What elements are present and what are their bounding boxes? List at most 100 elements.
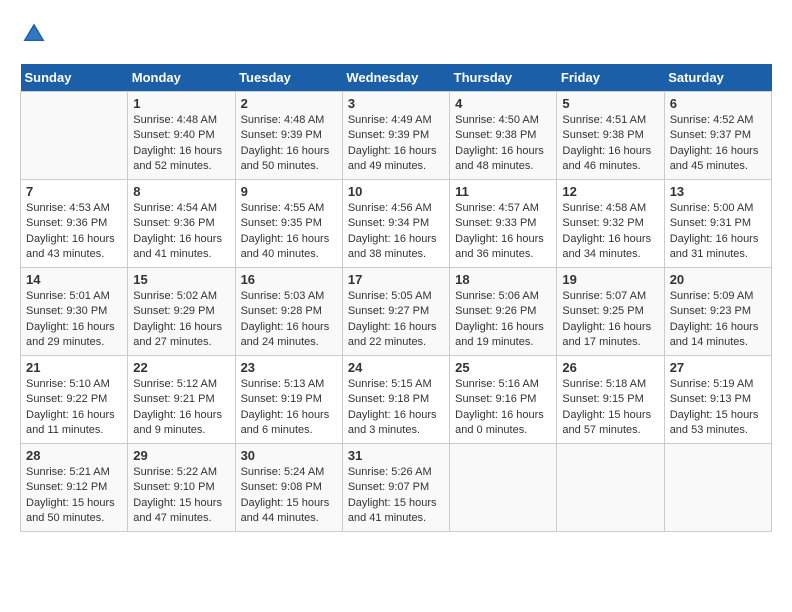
day-number: 1 bbox=[133, 96, 229, 111]
calendar-cell: 24Sunrise: 5:15 AMSunset: 9:18 PMDayligh… bbox=[342, 356, 449, 444]
calendar-cell: 18Sunrise: 5:06 AMSunset: 9:26 PMDayligh… bbox=[450, 268, 557, 356]
days-header-row: SundayMondayTuesdayWednesdayThursdayFrid… bbox=[21, 64, 772, 92]
day-number: 29 bbox=[133, 448, 229, 463]
day-info: Sunrise: 5:24 AMSunset: 9:08 PMDaylight:… bbox=[241, 465, 337, 527]
day-number: 12 bbox=[562, 184, 658, 199]
day-info: Sunrise: 4:48 AMSunset: 9:39 PMDaylight:… bbox=[241, 113, 337, 175]
day-info: Sunrise: 5:13 AMSunset: 9:19 PMDaylight:… bbox=[241, 377, 337, 439]
day-header-friday: Friday bbox=[557, 64, 664, 92]
day-number: 10 bbox=[348, 184, 444, 199]
calendar-cell: 8 Sunrise: 4:54 AMSunset: 9:36 PMDaylight… bbox=[128, 180, 235, 268]
day-number: 18 bbox=[455, 272, 551, 287]
day-info: Sunrise: 5:12 AMSunset: 9:21 PMDaylight:… bbox=[133, 377, 229, 439]
day-number: 6 bbox=[670, 96, 766, 111]
week-row-5: 28 Sunrise: 5:21 AMSunset: 9:12 PMDayligh… bbox=[21, 444, 772, 532]
day-info: Sunrise: 5:00 AMSunset: 9:31 PMDaylight:… bbox=[670, 201, 766, 263]
calendar-cell: 25Sunrise: 5:16 AMSunset: 9:16 PMDayligh… bbox=[450, 356, 557, 444]
day-info: Sunrise: 4:58 AMSunset: 9:32 PMDaylight:… bbox=[562, 201, 658, 263]
day-info: Sunrise: 4:54 AMSunset: 9:36 PMDaylight:… bbox=[133, 201, 229, 263]
calendar-cell: 26Sunrise: 5:18 AMSunset: 9:15 PMDayligh… bbox=[557, 356, 664, 444]
week-row-3: 14 Sunrise: 5:01 AMSunset: 9:30 PMDayligh… bbox=[21, 268, 772, 356]
calendar-table: SundayMondayTuesdayWednesdayThursdayFrid… bbox=[20, 64, 772, 532]
calendar-cell: 17Sunrise: 5:05 AMSunset: 9:27 PMDayligh… bbox=[342, 268, 449, 356]
day-number: 8 bbox=[133, 184, 229, 199]
calendar-cell: 15 Sunrise: 5:02 AMSunset: 9:29 PMDayligh… bbox=[128, 268, 235, 356]
day-number: 14 bbox=[26, 272, 122, 287]
day-number: 25 bbox=[455, 360, 551, 375]
calendar-cell: 20Sunrise: 5:09 AMSunset: 9:23 PMDayligh… bbox=[664, 268, 771, 356]
day-header-monday: Monday bbox=[128, 64, 235, 92]
calendar-cell: 29 Sunrise: 5:22 AMSunset: 9:10 PMDayligh… bbox=[128, 444, 235, 532]
calendar-cell: 2 Sunrise: 4:48 AMSunset: 9:39 PMDaylight… bbox=[235, 92, 342, 180]
day-info: Sunrise: 5:15 AMSunset: 9:18 PMDaylight:… bbox=[348, 377, 444, 439]
calendar-cell bbox=[21, 92, 128, 180]
day-info: Sunrise: 4:52 AMSunset: 9:37 PMDaylight:… bbox=[670, 113, 766, 175]
day-info: Sunrise: 4:51 AMSunset: 9:38 PMDaylight:… bbox=[562, 113, 658, 175]
calendar-cell bbox=[557, 444, 664, 532]
day-info: Sunrise: 4:50 AMSunset: 9:38 PMDaylight:… bbox=[455, 113, 551, 175]
calendar-cell: 30 Sunrise: 5:24 AMSunset: 9:08 PMDayligh… bbox=[235, 444, 342, 532]
day-info: Sunrise: 5:10 AMSunset: 9:22 PMDaylight:… bbox=[26, 377, 122, 439]
calendar-cell: 9Sunrise: 4:55 AMSunset: 9:35 PMDaylight… bbox=[235, 180, 342, 268]
day-info: Sunrise: 5:21 AMSunset: 9:12 PMDaylight:… bbox=[26, 465, 122, 527]
calendar-cell bbox=[664, 444, 771, 532]
day-number: 22 bbox=[133, 360, 229, 375]
day-number: 30 bbox=[241, 448, 337, 463]
day-info: Sunrise: 5:19 AMSunset: 9:13 PMDaylight:… bbox=[670, 377, 766, 439]
week-row-2: 7 Sunrise: 4:53 AMSunset: 9:36 PMDaylight… bbox=[21, 180, 772, 268]
day-info: Sunrise: 4:48 AMSunset: 9:40 PMDaylight:… bbox=[133, 113, 229, 175]
day-number: 11 bbox=[455, 184, 551, 199]
calendar-cell: 14 Sunrise: 5:01 AMSunset: 9:30 PMDayligh… bbox=[21, 268, 128, 356]
day-header-thursday: Thursday bbox=[450, 64, 557, 92]
day-number: 28 bbox=[26, 448, 122, 463]
calendar-cell: 5Sunrise: 4:51 AMSunset: 9:38 PMDaylight… bbox=[557, 92, 664, 180]
calendar-cell: 28 Sunrise: 5:21 AMSunset: 9:12 PMDayligh… bbox=[21, 444, 128, 532]
week-row-4: 21 Sunrise: 5:10 AMSunset: 9:22 PMDayligh… bbox=[21, 356, 772, 444]
day-info: Sunrise: 4:56 AMSunset: 9:34 PMDaylight:… bbox=[348, 201, 444, 263]
calendar-cell: 13Sunrise: 5:00 AMSunset: 9:31 PMDayligh… bbox=[664, 180, 771, 268]
calendar-cell bbox=[450, 444, 557, 532]
calendar-cell: 19 Sunrise: 5:07 AMSunset: 9:25 PMDayligh… bbox=[557, 268, 664, 356]
day-info: Sunrise: 5:26 AMSunset: 9:07 PMDaylight:… bbox=[348, 465, 444, 527]
day-info: Sunrise: 4:53 AMSunset: 9:36 PMDaylight:… bbox=[26, 201, 122, 263]
calendar-cell: 16 Sunrise: 5:03 AMSunset: 9:28 PMDayligh… bbox=[235, 268, 342, 356]
page-header bbox=[20, 20, 772, 48]
day-number: 21 bbox=[26, 360, 122, 375]
calendar-cell: 10 Sunrise: 4:56 AMSunset: 9:34 PMDayligh… bbox=[342, 180, 449, 268]
day-number: 15 bbox=[133, 272, 229, 287]
day-number: 7 bbox=[26, 184, 122, 199]
day-info: Sunrise: 5:09 AMSunset: 9:23 PMDaylight:… bbox=[670, 289, 766, 351]
calendar-cell: 1 Sunrise: 4:48 AMSunset: 9:40 PMDaylight… bbox=[128, 92, 235, 180]
calendar-cell: 31 Sunrise: 5:26 AMSunset: 9:07 PMDayligh… bbox=[342, 444, 449, 532]
day-number: 31 bbox=[348, 448, 444, 463]
day-number: 27 bbox=[670, 360, 766, 375]
day-number: 2 bbox=[241, 96, 337, 111]
day-info: Sunrise: 5:03 AMSunset: 9:28 PMDaylight:… bbox=[241, 289, 337, 351]
day-header-saturday: Saturday bbox=[664, 64, 771, 92]
calendar-cell: 6 Sunrise: 4:52 AMSunset: 9:37 PMDaylight… bbox=[664, 92, 771, 180]
calendar-cell: 7 Sunrise: 4:53 AMSunset: 9:36 PMDaylight… bbox=[21, 180, 128, 268]
day-info: Sunrise: 4:57 AMSunset: 9:33 PMDaylight:… bbox=[455, 201, 551, 263]
day-info: Sunrise: 5:07 AMSunset: 9:25 PMDaylight:… bbox=[562, 289, 658, 351]
day-number: 19 bbox=[562, 272, 658, 287]
day-info: Sunrise: 5:05 AMSunset: 9:27 PMDaylight:… bbox=[348, 289, 444, 351]
day-info: Sunrise: 5:22 AMSunset: 9:10 PMDaylight:… bbox=[133, 465, 229, 527]
logo-icon bbox=[20, 20, 48, 48]
calendar-cell: 21 Sunrise: 5:10 AMSunset: 9:22 PMDayligh… bbox=[21, 356, 128, 444]
calendar-cell: 11 Sunrise: 4:57 AMSunset: 9:33 PMDayligh… bbox=[450, 180, 557, 268]
day-info: Sunrise: 5:01 AMSunset: 9:30 PMDaylight:… bbox=[26, 289, 122, 351]
calendar-cell: 23 Sunrise: 5:13 AMSunset: 9:19 PMDayligh… bbox=[235, 356, 342, 444]
day-number: 16 bbox=[241, 272, 337, 287]
day-header-sunday: Sunday bbox=[21, 64, 128, 92]
calendar-cell: 3 Sunrise: 4:49 AMSunset: 9:39 PMDaylight… bbox=[342, 92, 449, 180]
day-info: Sunrise: 5:18 AMSunset: 9:15 PMDaylight:… bbox=[562, 377, 658, 439]
day-number: 3 bbox=[348, 96, 444, 111]
calendar-cell: 22 Sunrise: 5:12 AMSunset: 9:21 PMDayligh… bbox=[128, 356, 235, 444]
day-info: Sunrise: 4:55 AMSunset: 9:35 PMDaylight:… bbox=[241, 201, 337, 263]
day-header-tuesday: Tuesday bbox=[235, 64, 342, 92]
calendar-cell: 12 Sunrise: 4:58 AMSunset: 9:32 PMDayligh… bbox=[557, 180, 664, 268]
day-info: Sunrise: 4:49 AMSunset: 9:39 PMDaylight:… bbox=[348, 113, 444, 175]
calendar-cell: 4Sunrise: 4:50 AMSunset: 9:38 PMDaylight… bbox=[450, 92, 557, 180]
day-number: 23 bbox=[241, 360, 337, 375]
day-info: Sunrise: 5:02 AMSunset: 9:29 PMDaylight:… bbox=[133, 289, 229, 351]
